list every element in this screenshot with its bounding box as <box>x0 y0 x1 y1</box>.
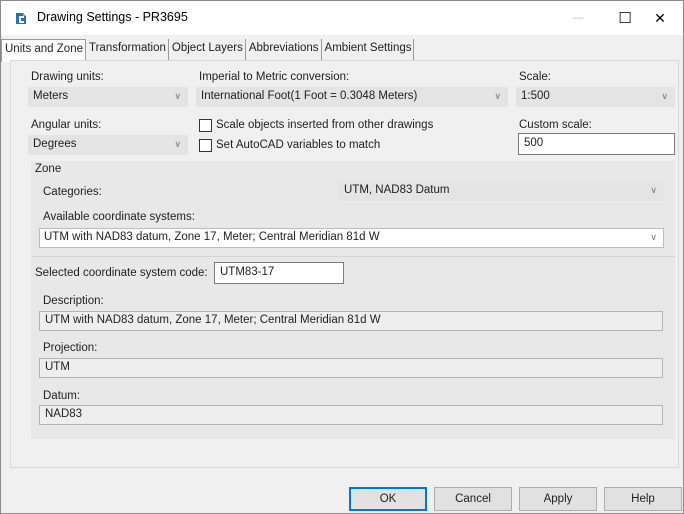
drawing-units-label: Drawing units: <box>31 71 104 83</box>
chevron-down-icon: ∨ <box>650 185 657 195</box>
available-systems-select[interactable]: UTM with NAD83 datum, Zone 17, Meter; Ce… <box>39 228 664 248</box>
cancel-button[interactable]: Cancel <box>434 487 512 511</box>
chevron-down-icon: ∨ <box>650 232 657 242</box>
projection-field: UTM <box>39 358 663 378</box>
minimize-button[interactable]: — <box>555 1 601 35</box>
available-systems-value: UTM with NAD83 datum, Zone 17, Meter; Ce… <box>44 231 380 243</box>
description-value: UTM with NAD83 datum, Zone 17, Meter; Ce… <box>45 314 381 326</box>
drawing-units-value: Meters <box>33 90 69 102</box>
tab-abbreviations[interactable]: Abbreviations <box>245 39 322 61</box>
angular-units-value: Degrees <box>33 138 77 150</box>
minimize-icon: — <box>572 12 584 24</box>
zone-group-label: Zone <box>35 163 62 175</box>
maximize-icon: ☐ <box>618 10 632 27</box>
selected-code-label: Selected coordinate system code: <box>35 267 208 279</box>
set-autocad-variables-checkbox[interactable] <box>199 139 212 152</box>
cancel-button-label: Cancel <box>455 493 491 505</box>
tab-units-and-zone[interactable]: Units and Zone <box>1 39 86 62</box>
chevron-down-icon: ∨ <box>174 139 181 149</box>
scale-objects-label: Scale objects inserted from other drawin… <box>216 119 434 131</box>
selected-code-input[interactable]: UTM83-17 <box>214 262 344 284</box>
help-button-label: Help <box>631 493 655 505</box>
scale-value: 1:500 <box>521 90 550 102</box>
zone-group <box>31 161 675 439</box>
scale-label: Scale: <box>519 71 551 83</box>
drawing-settings-dialog: Drawing Settings - PR3695 — ☐ ✕ Units an… <box>0 0 684 514</box>
imperial-metric-label: Imperial to Metric conversion: <box>199 71 350 83</box>
chevron-down-icon: ∨ <box>174 91 181 101</box>
available-systems-label: Available coordinate systems: <box>43 211 195 223</box>
ok-button-label: OK <box>379 493 397 505</box>
angular-units-select[interactable]: Degrees ∨ <box>28 135 188 155</box>
description-label: Description: <box>43 295 104 307</box>
chevron-down-icon: ∨ <box>661 91 668 101</box>
datum-value: NAD83 <box>45 408 83 420</box>
ok-button[interactable]: OK <box>349 487 427 511</box>
tab-object-layers[interactable]: Object Layers <box>168 39 246 61</box>
chevron-down-icon: ∨ <box>494 91 501 101</box>
zone-divider <box>31 256 675 257</box>
tab-strip: Units and Zone Transformation Object Lay… <box>1 39 415 62</box>
civil3d-app-icon <box>16 13 26 24</box>
scale-objects-checkbox[interactable] <box>199 119 212 132</box>
apply-button-label: Apply <box>543 493 573 505</box>
categories-value: UTM, NAD83 Datum <box>344 184 450 196</box>
set-autocad-variables-label: Set AutoCAD variables to match <box>216 139 381 151</box>
description-field: UTM with NAD83 datum, Zone 17, Meter; Ce… <box>39 311 663 331</box>
projection-value: UTM <box>45 361 70 373</box>
custom-scale-value: 500 <box>524 137 544 149</box>
drawing-units-select[interactable]: Meters ∨ <box>28 87 188 107</box>
imperial-metric-value: International Foot(1 Foot = 0.3048 Meter… <box>201 90 418 102</box>
help-button[interactable]: Help <box>604 487 682 511</box>
close-button[interactable]: ✕ <box>637 1 683 35</box>
projection-label: Projection: <box>43 342 98 354</box>
window-title: Drawing Settings - PR3695 <box>37 10 188 24</box>
close-icon: ✕ <box>654 9 666 26</box>
categories-select[interactable]: UTM, NAD83 Datum ∨ <box>339 181 664 201</box>
angular-units-label: Angular units: <box>31 119 102 131</box>
datum-label: Datum: <box>43 390 81 402</box>
selected-code-value: UTM83-17 <box>220 266 275 278</box>
title-bar[interactable]: Drawing Settings - PR3695 — ☐ ✕ <box>1 1 683 35</box>
custom-scale-label: Custom scale: <box>519 119 592 131</box>
categories-label: Categories: <box>43 186 102 198</box>
datum-field: NAD83 <box>39 405 663 425</box>
tab-transformation[interactable]: Transformation <box>86 39 169 61</box>
apply-button[interactable]: Apply <box>519 487 597 511</box>
custom-scale-input[interactable]: 500 <box>518 133 675 155</box>
imperial-metric-select[interactable]: International Foot(1 Foot = 0.3048 Meter… <box>196 87 508 107</box>
scale-select[interactable]: 1:500 ∨ <box>516 87 675 107</box>
tab-ambient-settings[interactable]: Ambient Settings <box>321 39 415 61</box>
